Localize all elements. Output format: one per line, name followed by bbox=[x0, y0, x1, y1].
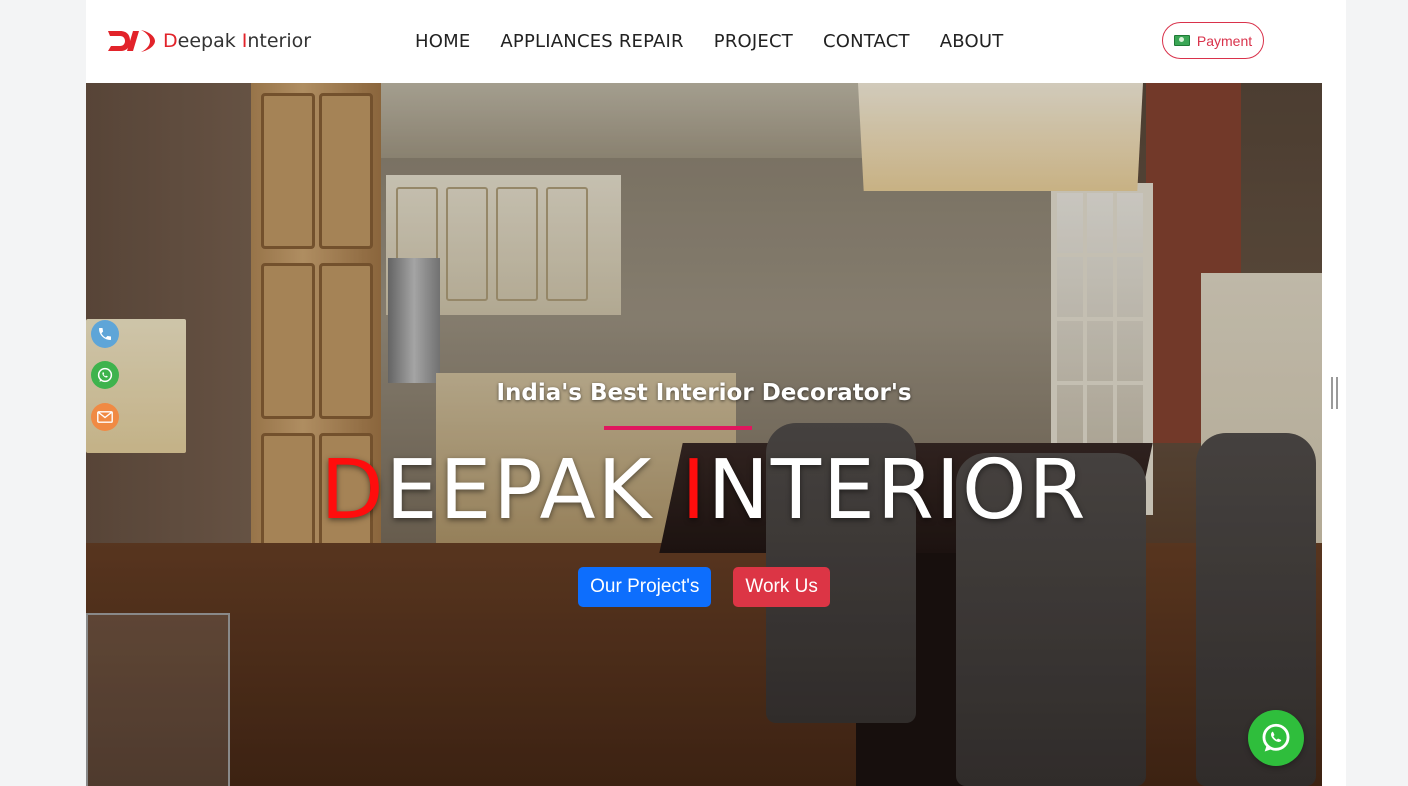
hero-divider bbox=[604, 426, 752, 430]
main-menu: HOME APPLIANCES REPAIR PROJECT CONTACT A… bbox=[415, 31, 1003, 52]
brand-name: Deepak Interior bbox=[163, 30, 312, 52]
nav-contact[interactable]: CONTACT bbox=[823, 31, 910, 52]
hero-overlay bbox=[86, 83, 1322, 786]
brand[interactable]: Deepak Interior bbox=[106, 28, 311, 54]
resize-handle[interactable] bbox=[1331, 377, 1338, 409]
whatsapp-chat-button[interactable] bbox=[1248, 710, 1304, 766]
navbar: Deepak Interior HOME APPLIANCES REPAIR P… bbox=[86, 0, 1322, 84]
page: Deepak Interior HOME APPLIANCES REPAIR P… bbox=[86, 0, 1322, 786]
money-icon bbox=[1173, 35, 1190, 46]
phone-icon[interactable] bbox=[91, 320, 119, 348]
hero-section: India's Best Interior Decorator's DEEPAK… bbox=[86, 83, 1322, 786]
nav-appliances-repair[interactable]: APPLIANCES REPAIR bbox=[500, 31, 683, 52]
logo-icon bbox=[108, 30, 155, 52]
nav-home[interactable]: HOME bbox=[415, 31, 470, 52]
hero-subtitle: India's Best Interior Decorator's bbox=[496, 380, 912, 406]
whatsapp-icon bbox=[1262, 723, 1290, 752]
hero-title: DEEPAK INTERIOR bbox=[320, 443, 1088, 538]
payment-button[interactable]: Payment bbox=[1162, 22, 1264, 59]
payment-label: Payment bbox=[1196, 32, 1253, 49]
work-us-button[interactable]: Work Us bbox=[733, 567, 830, 607]
mail-icon[interactable] bbox=[91, 403, 119, 431]
nav-about[interactable]: ABOUT bbox=[940, 31, 1004, 52]
nav-project[interactable]: PROJECT bbox=[714, 31, 793, 52]
whatsapp-icon[interactable] bbox=[91, 361, 119, 389]
hero-buttons: Our Project's Work Us bbox=[86, 567, 1322, 607]
our-projects-button[interactable]: Our Project's bbox=[578, 567, 712, 607]
